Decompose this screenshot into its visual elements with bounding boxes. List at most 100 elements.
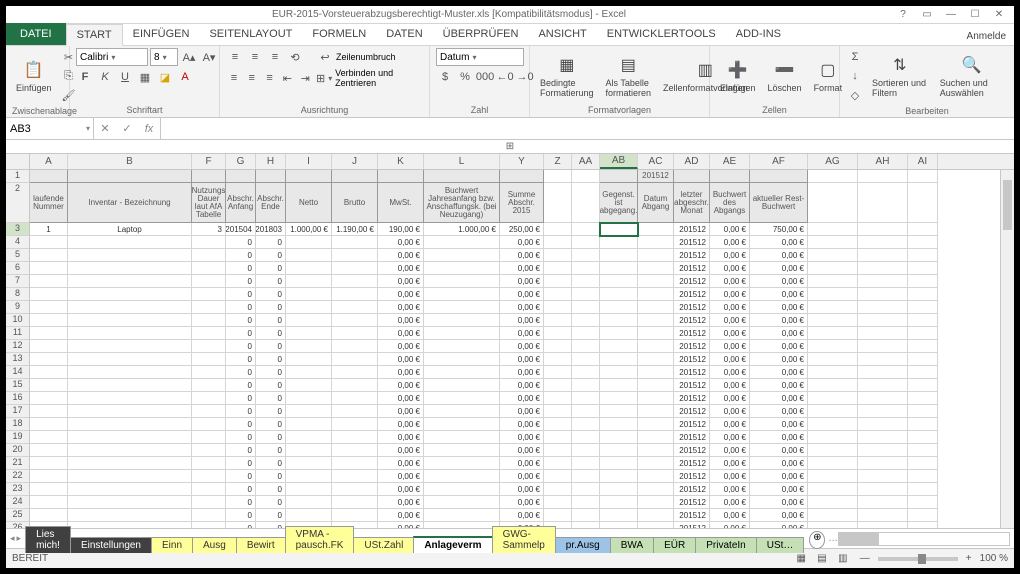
cell[interactable] bbox=[332, 366, 378, 379]
cell[interactable]: 1.190,00 € bbox=[332, 223, 378, 236]
cell[interactable] bbox=[908, 223, 938, 236]
cell[interactable] bbox=[858, 392, 908, 405]
cell[interactable] bbox=[572, 496, 600, 509]
decrease-indent-icon[interactable]: ⇤ bbox=[279, 69, 295, 87]
cell[interactable]: 0,00 € bbox=[710, 418, 750, 431]
cell[interactable] bbox=[544, 509, 572, 522]
cell[interactable]: 0,00 € bbox=[378, 483, 424, 496]
cell[interactable]: 0 bbox=[256, 366, 286, 379]
cell[interactable] bbox=[600, 457, 638, 470]
cell[interactable]: 0 bbox=[256, 275, 286, 288]
cell[interactable] bbox=[858, 483, 908, 496]
cell[interactable] bbox=[424, 249, 500, 262]
file-tab[interactable]: DATEI bbox=[6, 23, 66, 45]
cell[interactable] bbox=[808, 431, 858, 444]
cell[interactable]: 0,00 € bbox=[710, 353, 750, 366]
cell[interactable] bbox=[572, 275, 600, 288]
currency-icon[interactable]: $ bbox=[436, 68, 454, 86]
cell[interactable] bbox=[638, 470, 674, 483]
cell[interactable]: 0 bbox=[256, 496, 286, 509]
cell[interactable] bbox=[808, 327, 858, 340]
cell[interactable]: 0 bbox=[226, 236, 256, 249]
cell[interactable] bbox=[544, 392, 572, 405]
cell[interactable] bbox=[858, 431, 908, 444]
cell[interactable] bbox=[68, 327, 192, 340]
cell[interactable] bbox=[858, 470, 908, 483]
cell[interactable] bbox=[30, 301, 68, 314]
row-header[interactable]: 21 bbox=[6, 457, 29, 470]
cell[interactable] bbox=[808, 288, 858, 301]
cell[interactable] bbox=[908, 522, 938, 528]
cell[interactable] bbox=[544, 262, 572, 275]
cell[interactable] bbox=[638, 262, 674, 275]
cell[interactable] bbox=[286, 509, 332, 522]
cell[interactable]: 0 bbox=[226, 496, 256, 509]
new-sheet-button[interactable]: ⊕ bbox=[809, 531, 825, 549]
cell[interactable]: 0,00 € bbox=[750, 496, 808, 509]
cell[interactable]: 0,00 € bbox=[378, 262, 424, 275]
cell[interactable]: 0 bbox=[226, 301, 256, 314]
cell[interactable] bbox=[424, 431, 500, 444]
cell[interactable]: 201512 bbox=[674, 288, 710, 301]
zoom-slider[interactable] bbox=[878, 557, 958, 561]
cell[interactable] bbox=[638, 444, 674, 457]
cell[interactable] bbox=[68, 405, 192, 418]
cell[interactable] bbox=[908, 444, 938, 457]
cell[interactable]: 0,00 € bbox=[750, 405, 808, 418]
cell[interactable]: 0 bbox=[226, 275, 256, 288]
column-header-B[interactable]: B bbox=[68, 154, 192, 169]
cell[interactable] bbox=[332, 379, 378, 392]
cell[interactable]: 0 bbox=[226, 405, 256, 418]
cell[interactable]: 0 bbox=[256, 470, 286, 483]
cell[interactable] bbox=[858, 379, 908, 392]
cell[interactable] bbox=[600, 483, 638, 496]
cell[interactable] bbox=[638, 314, 674, 327]
cell[interactable]: 0,00 € bbox=[750, 236, 808, 249]
cell[interactable] bbox=[332, 457, 378, 470]
cell[interactable] bbox=[424, 353, 500, 366]
cell[interactable] bbox=[808, 392, 858, 405]
cell[interactable]: 0 bbox=[256, 249, 286, 262]
cell[interactable] bbox=[192, 522, 226, 528]
zoom-out-button[interactable]: — bbox=[860, 553, 870, 564]
cell[interactable] bbox=[638, 223, 674, 236]
cell[interactable] bbox=[68, 483, 192, 496]
cell[interactable]: 0 bbox=[256, 353, 286, 366]
formula-bar-input[interactable] bbox=[161, 118, 1014, 139]
cell[interactable] bbox=[68, 262, 192, 275]
cell[interactable] bbox=[572, 353, 600, 366]
cell[interactable]: 0,00 € bbox=[750, 470, 808, 483]
cell[interactable] bbox=[808, 470, 858, 483]
cell[interactable] bbox=[286, 496, 332, 509]
cell[interactable] bbox=[192, 457, 226, 470]
cell[interactable] bbox=[192, 249, 226, 262]
cell[interactable]: Laptop bbox=[68, 223, 192, 236]
cell[interactable]: 0 bbox=[256, 457, 286, 470]
cell[interactable]: 0,00 € bbox=[710, 275, 750, 288]
cell[interactable]: 0 bbox=[256, 236, 286, 249]
cell[interactable] bbox=[572, 509, 600, 522]
align-right-icon[interactable]: ≡ bbox=[262, 69, 278, 87]
cell[interactable]: 0,00 € bbox=[500, 509, 544, 522]
cell[interactable]: 0 bbox=[256, 379, 286, 392]
cell[interactable] bbox=[424, 366, 500, 379]
cell[interactable]: 0,00 € bbox=[750, 379, 808, 392]
cell[interactable] bbox=[68, 366, 192, 379]
cell[interactable]: 0 bbox=[226, 379, 256, 392]
cell[interactable]: 0,00 € bbox=[710, 483, 750, 496]
cell[interactable]: 0,00 € bbox=[710, 262, 750, 275]
orientation-icon[interactable]: ⟲ bbox=[286, 48, 304, 66]
cell[interactable]: 0,00 € bbox=[750, 366, 808, 379]
cell[interactable]: 201512 bbox=[674, 431, 710, 444]
cell[interactable] bbox=[858, 327, 908, 340]
cell[interactable] bbox=[808, 314, 858, 327]
outline-split-marker[interactable]: ⊞ bbox=[6, 140, 1014, 154]
sheet-tab[interactable]: Lies mich! bbox=[25, 526, 71, 553]
cell[interactable]: 0,00 € bbox=[750, 392, 808, 405]
cell[interactable] bbox=[544, 496, 572, 509]
column-header-I[interactable]: I bbox=[286, 154, 332, 169]
cell[interactable] bbox=[30, 366, 68, 379]
cell[interactable] bbox=[544, 483, 572, 496]
cell[interactable] bbox=[638, 418, 674, 431]
row-header[interactable]: 2 bbox=[6, 183, 29, 223]
